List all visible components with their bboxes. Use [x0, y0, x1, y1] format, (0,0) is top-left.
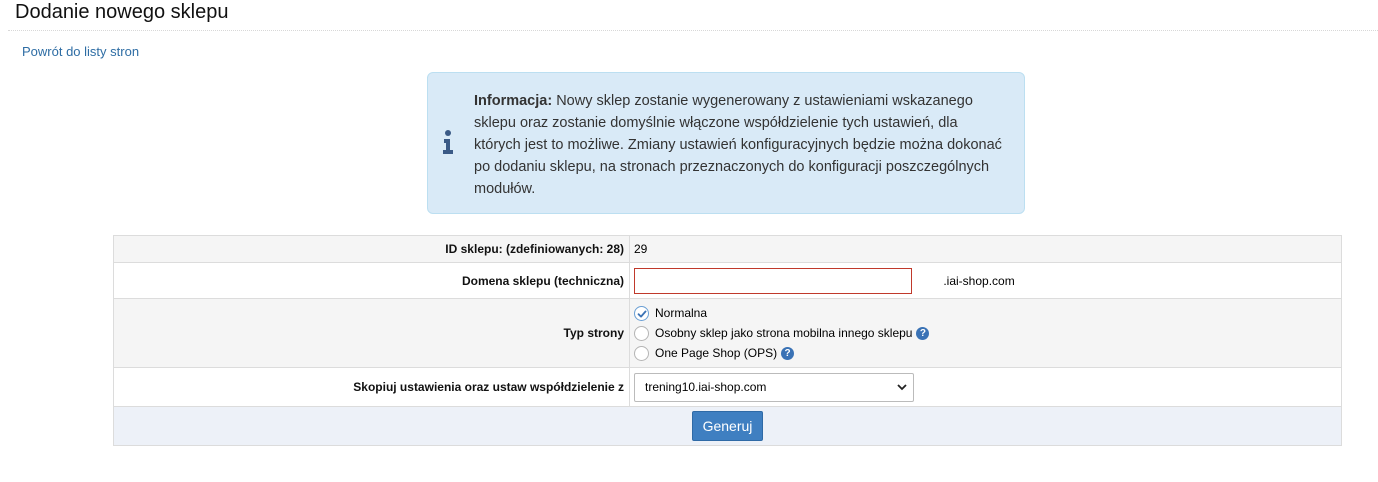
radio-unchecked-icon[interactable] [634, 325, 649, 341]
shop-id-row: ID sklepu: (zdefiniowanych: 28) 29 [113, 235, 1342, 263]
radio-unchecked-icon[interactable] [634, 345, 649, 361]
page-type-option-ops[interactable]: One Page Shop (OPS) ? [634, 343, 1341, 363]
submit-row: Generuj [113, 406, 1342, 446]
info-heading: Informacja: [474, 93, 553, 109]
copy-settings-select[interactable]: trening10.iai-shop.com [634, 372, 914, 402]
copy-settings-selected: trening10.iai-shop.com [645, 379, 767, 394]
chevron-down-icon [897, 383, 907, 390]
page-type-row: Typ strony Normalna Osobny sklep jako st… [113, 298, 1342, 368]
shop-id-value: 29 [629, 235, 1342, 263]
copy-settings-row: Skopiuj ustawienia oraz ustaw współdziel… [113, 367, 1342, 407]
page-type-option-label: One Page Shop (OPS) [655, 346, 778, 360]
info-box: Informacja: Nowy sklep zostanie wygenero… [427, 72, 1025, 214]
page-type-option-mobile[interactable]: Osobny sklep jako strona mobilna innego … [634, 323, 1341, 343]
help-icon[interactable]: ? [916, 326, 930, 340]
new-shop-form: ID sklepu: (zdefiniowanych: 28) 29 Domen… [113, 235, 1342, 446]
generate-button[interactable]: Generuj [692, 411, 763, 441]
help-icon[interactable]: ? [781, 346, 795, 360]
copy-settings-label: Skopiuj ustawienia oraz ustaw współdziel… [113, 367, 630, 407]
page-type-option-normal[interactable]: Normalna [634, 303, 1341, 323]
page-type-option-label: Osobny sklep jako strona mobilna innego … [655, 326, 913, 340]
radio-checked-icon[interactable] [634, 305, 649, 321]
domain-label: Domena sklepu (techniczna) [113, 262, 630, 299]
page-type-label: Typ strony [113, 298, 630, 368]
domain-input[interactable] [634, 267, 912, 294]
info-body: Nowy sklep zostanie wygenerowany z ustaw… [474, 93, 1002, 197]
back-to-pages-link[interactable]: Powrót do listy stron [22, 44, 139, 59]
page-title: Dodanie nowego sklepu [15, 1, 229, 23]
info-icon [443, 130, 453, 154]
info-text: Informacja: Nowy sklep zostanie wygenero… [474, 90, 1004, 200]
title-divider [8, 30, 1378, 31]
domain-suffix: .iai-shop.com [943, 273, 1015, 288]
shop-id-label: ID sklepu: (zdefiniowanych: 28) [113, 235, 630, 263]
page-type-option-label: Normalna [655, 306, 708, 320]
domain-row: Domena sklepu (techniczna) .iai-shop.com [113, 262, 1342, 299]
